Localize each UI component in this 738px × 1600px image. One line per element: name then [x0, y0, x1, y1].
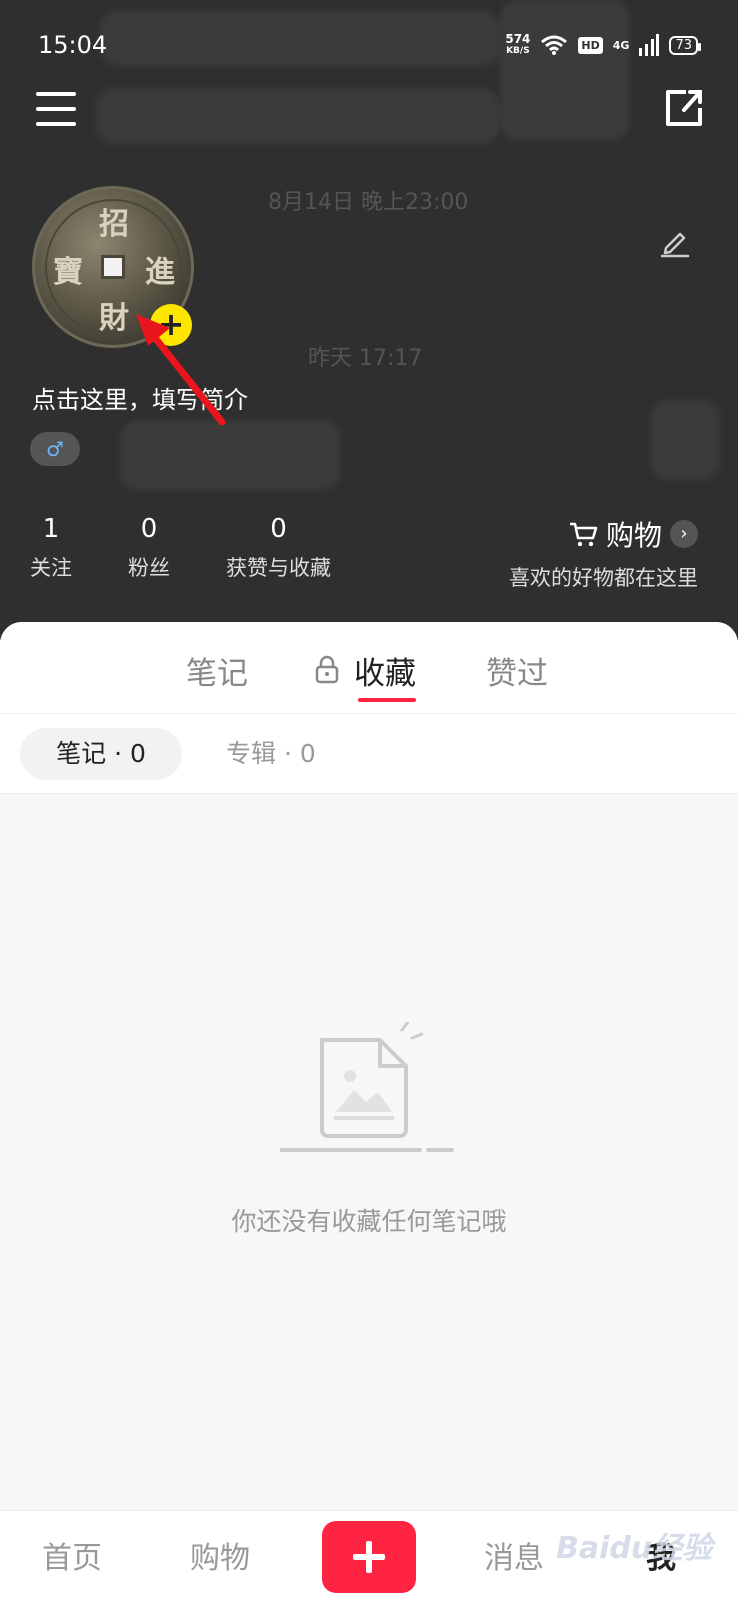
bio-placeholder[interactable]: 点击这里，填写简介: [32, 380, 248, 415]
empty-state-message: 你还没有收藏任何笔记哦: [231, 1207, 507, 1236]
stat-followers-value: 0: [140, 514, 158, 544]
shopping-subtitle: 喜欢的好物都在这里: [509, 566, 698, 590]
coin-character-top: 招: [99, 207, 129, 242]
status-bar: 15:04 574 KB/S HD 4G 73: [38, 28, 701, 62]
lock-icon: [315, 655, 339, 684]
background-date-2: 昨天 17:17: [308, 346, 423, 371]
shopping-entry[interactable]: 购物 › 喜欢的好物都在这里: [509, 514, 698, 592]
menu-line: [36, 107, 76, 111]
battery-indicator: 73: [669, 35, 701, 55]
stat-likes-collects[interactable]: 0 获赞与收藏: [226, 514, 331, 582]
shopping-cart-icon: [569, 522, 598, 547]
coin-character-right: 進: [145, 255, 175, 290]
active-tab-indicator: [358, 698, 416, 702]
empty-document-icon: [280, 1022, 454, 1152]
stat-followers[interactable]: 0 粉丝: [128, 514, 170, 582]
nav-home[interactable]: 首页: [42, 1533, 102, 1577]
network-speed-value: 574: [505, 32, 531, 46]
baidu-watermark: Baidu经验: [556, 1531, 713, 1566]
coin-hole: [101, 255, 125, 279]
stat-likes-value: 0: [270, 514, 287, 544]
add-avatar-button[interactable]: +: [150, 304, 192, 346]
male-icon: ♂: [46, 437, 64, 461]
stat-following[interactable]: 1 关注: [30, 514, 72, 582]
stat-followers-label: 粉丝: [128, 556, 170, 580]
stat-likes-label: 获赞与收藏: [226, 556, 331, 580]
background-date-1: 8月14日 晚上23:00: [268, 190, 469, 215]
tab-liked[interactable]: 赞过: [486, 648, 548, 693]
main-tabs: 笔记 收藏 赞过: [0, 622, 738, 714]
stat-following-value: 1: [42, 514, 60, 544]
signal-icon: [639, 34, 660, 56]
menu-line: [36, 92, 76, 96]
menu-line: [36, 122, 76, 126]
nav-shopping[interactable]: 购物: [190, 1533, 250, 1577]
nav-messages[interactable]: 消息: [484, 1533, 544, 1577]
profile-header: 8月14日 晚上23:00 昨天 17:17 15:04 574 KB/S HD…: [0, 0, 738, 640]
network-speed-unit: KB/S: [506, 46, 530, 56]
network-type: 4G: [612, 38, 630, 52]
shopping-title: 购物: [605, 519, 662, 552]
subtab-albums[interactable]: 专辑 · 0: [226, 728, 316, 780]
menu-button[interactable]: [36, 92, 76, 126]
tab-collections[interactable]: 收藏: [354, 648, 416, 693]
content-sheet: 笔记 收藏 赞过 笔记 · 0 专辑 · 0 你还没有收藏任何笔记哦: [0, 622, 738, 1510]
share-button[interactable]: [664, 88, 704, 128]
gender-badge: ♂: [30, 432, 80, 466]
bottom-navigation: 首页 购物 消息 我 Baidu经验: [0, 1510, 738, 1600]
status-time: 15:04: [38, 31, 108, 59]
subtab-notes[interactable]: 笔记 · 0: [20, 728, 182, 780]
network-speed: 574 KB/S: [505, 33, 530, 57]
wifi-icon: [541, 35, 568, 55]
stat-following-label: 关注: [30, 556, 72, 580]
hd-badge: HD: [578, 36, 603, 54]
sub-tabs: 笔记 · 0 专辑 · 0: [0, 714, 738, 794]
coin-character-left: 寶: [53, 255, 83, 290]
chevron-right-icon: ›: [670, 520, 698, 548]
tab-notes[interactable]: 笔记: [186, 648, 248, 693]
coin-character-bottom: 財: [99, 301, 129, 336]
edit-pencil-icon[interactable]: [658, 224, 692, 258]
publish-plus-button[interactable]: [322, 1521, 416, 1593]
